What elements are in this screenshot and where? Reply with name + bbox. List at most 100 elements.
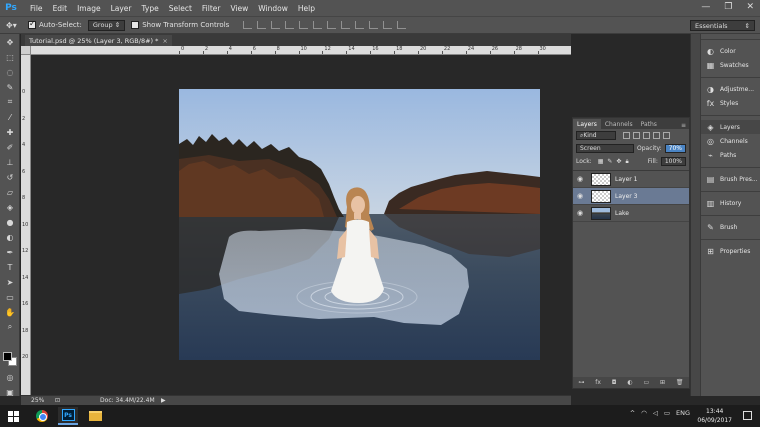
distribute-middle-icon[interactable] [341, 21, 351, 29]
volume-icon[interactable]: ◁ [653, 409, 658, 417]
filter-smart-object-icon[interactable] [663, 132, 670, 139]
lock-image-icon[interactable]: ✎ [607, 158, 612, 166]
opacity-input[interactable]: 70% [664, 144, 686, 153]
move-tool-preset-icon[interactable]: ✥▾ [6, 18, 28, 32]
lock-position-icon[interactable]: ✥ [616, 158, 621, 166]
marquee-tool-icon[interactable]: ⬚ [3, 50, 17, 64]
workspace-dropdown[interactable]: Essentials ⇕ [690, 20, 755, 31]
dock-color[interactable]: ◐ Color [701, 44, 760, 58]
visibility-eye-icon[interactable]: ◉ [573, 209, 587, 217]
taskbar-chrome[interactable] [32, 407, 52, 425]
dock-adjustments[interactable]: ◑ Adjustme... [701, 82, 760, 96]
menu-filter[interactable]: Filter [197, 4, 226, 13]
dock-styles[interactable]: fx Styles [701, 96, 760, 110]
auto-select-checkbox[interactable]: Auto-Select: [28, 19, 82, 29]
hand-tool-icon[interactable]: ✋ [3, 305, 17, 319]
adjustment-layer-icon[interactable]: ◐ [627, 379, 632, 386]
quick-mask-icon[interactable]: ◎ [3, 370, 17, 384]
lock-all-icon[interactable]: 🔒︎ [625, 158, 628, 166]
panel-collapse-strip[interactable] [690, 34, 700, 396]
new-layer-icon[interactable]: ⊞ [660, 379, 665, 386]
foreground-color-swatch[interactable] [3, 352, 12, 361]
visibility-eye-icon[interactable]: ◉ [573, 175, 587, 183]
distribute-top-icon[interactable] [327, 21, 337, 29]
close-button[interactable]: ✕ [746, 2, 754, 12]
filter-pixel-icon[interactable] [623, 132, 630, 139]
input-language[interactable]: ENG [676, 409, 690, 417]
close-tab-icon[interactable]: × [162, 37, 167, 45]
dock-paths[interactable]: ⌁ Paths [701, 148, 760, 162]
zoom-tool-icon[interactable]: ⌕ [3, 320, 17, 334]
lasso-tool-icon[interactable]: ◌ [3, 65, 17, 79]
align-left-icon[interactable] [285, 21, 295, 29]
paint-bucket-tool-icon[interactable]: ◈ [3, 200, 17, 214]
tab-channels[interactable]: Channels [601, 119, 637, 129]
menu-view[interactable]: View [225, 4, 253, 13]
dock-swatches[interactable]: ▦ Swatches [701, 58, 760, 72]
dock-channels[interactable]: ◎ Channels [701, 134, 760, 148]
lock-transparent-icon[interactable]: ▦ [598, 158, 604, 166]
filter-kind-dropdown[interactable]: ⌕ Kind [576, 131, 616, 140]
panel-menu-icon[interactable]: ≡ [681, 122, 689, 129]
taskbar-clock[interactable]: 13:44 06/09/2017 [697, 407, 732, 425]
layer-row-layer-3[interactable]: ◉ Layer 3 [573, 188, 689, 205]
visibility-eye-icon[interactable]: ◉ [573, 192, 587, 200]
menu-image[interactable]: Image [72, 4, 106, 13]
dock-layers[interactable]: ◈ Layers [701, 120, 760, 134]
align-middle-icon[interactable] [257, 21, 267, 29]
action-center-icon[interactable] [743, 411, 752, 420]
taskbar-file-explorer[interactable] [85, 407, 105, 425]
dock-brush[interactable]: ✎ Brush [701, 220, 760, 234]
layer-row-lake[interactable]: ◉ Lake [573, 205, 689, 222]
network-icon[interactable]: ◠ [641, 409, 647, 417]
tab-paths[interactable]: Paths [637, 119, 661, 129]
menu-edit[interactable]: Edit [48, 4, 73, 13]
show-transform-checkbox[interactable]: Show Transform Controls [131, 21, 229, 29]
status-menu-arrow-icon[interactable]: ▶ [161, 397, 166, 404]
menu-type[interactable]: Type [137, 4, 164, 13]
dock-brush-presets[interactable]: ▤ Brush Pres... [701, 172, 760, 186]
crop-tool-icon[interactable]: ⌗ [3, 95, 17, 109]
healing-brush-tool-icon[interactable]: ✚ [3, 125, 17, 139]
blend-mode-dropdown[interactable]: Screen [576, 144, 634, 153]
screen-mode-icon[interactable]: ▣ [3, 385, 17, 399]
dodge-tool-icon[interactable]: ◐ [3, 230, 17, 244]
filter-adjustment-icon[interactable] [633, 132, 640, 139]
path-select-tool-icon[interactable]: ➤ [3, 275, 17, 289]
dock-properties[interactable]: ⊞ Properties [701, 244, 760, 258]
align-top-icon[interactable] [243, 21, 253, 29]
new-group-icon[interactable]: ▭ [643, 379, 649, 386]
history-brush-tool-icon[interactable]: ↺ [3, 170, 17, 184]
horizontal-ruler[interactable]: 0 2 4 6 8 10 12 14 16 18 20 22 24 26 28 30 [31, 46, 571, 55]
eraser-tool-icon[interactable]: ▱ [3, 185, 17, 199]
document-tab[interactable]: Tutorial.psd @ 25% (Layer 3, RGB/8#) * × [25, 35, 172, 46]
layer-style-icon[interactable]: fx [595, 379, 601, 386]
clone-stamp-tool-icon[interactable]: ⊥ [3, 155, 17, 169]
menu-file[interactable]: File [25, 4, 48, 13]
brush-tool-icon[interactable]: ✐ [3, 140, 17, 154]
align-right-icon[interactable] [313, 21, 323, 29]
align-center-icon[interactable] [299, 21, 309, 29]
align-bottom-icon[interactable] [271, 21, 281, 29]
menu-window[interactable]: Window [253, 4, 293, 13]
distribute-center-icon[interactable] [383, 21, 393, 29]
filter-type-icon[interactable] [643, 132, 650, 139]
show-hidden-icons-icon[interactable]: ^ [630, 409, 635, 417]
distribute-right-icon[interactable] [397, 21, 407, 29]
filter-shape-icon[interactable] [653, 132, 660, 139]
minimize-button[interactable]: — [701, 2, 710, 12]
layer-row-layer-1[interactable]: ◉ Layer 1 [573, 171, 689, 188]
type-tool-icon[interactable]: T [3, 260, 17, 274]
delete-layer-icon[interactable]: 🗑︎ [676, 379, 684, 386]
quick-select-tool-icon[interactable]: ✎ [3, 80, 17, 94]
dock-history[interactable]: ▥ History [701, 196, 760, 210]
menu-help[interactable]: Help [293, 4, 320, 13]
canvas-area[interactable] [31, 55, 571, 395]
zoom-level[interactable]: 25% [21, 397, 55, 404]
link-layers-icon[interactable]: ⊶ [578, 379, 584, 386]
taskbar-photoshop[interactable]: Ps [58, 407, 78, 425]
menu-layer[interactable]: Layer [106, 4, 137, 13]
vertical-ruler[interactable]: 0 2 4 6 8 10 12 14 16 18 20 [21, 55, 31, 395]
auto-select-target-dropdown[interactable]: Group ⇕ [87, 19, 126, 31]
fill-input[interactable]: 100% [660, 157, 686, 166]
